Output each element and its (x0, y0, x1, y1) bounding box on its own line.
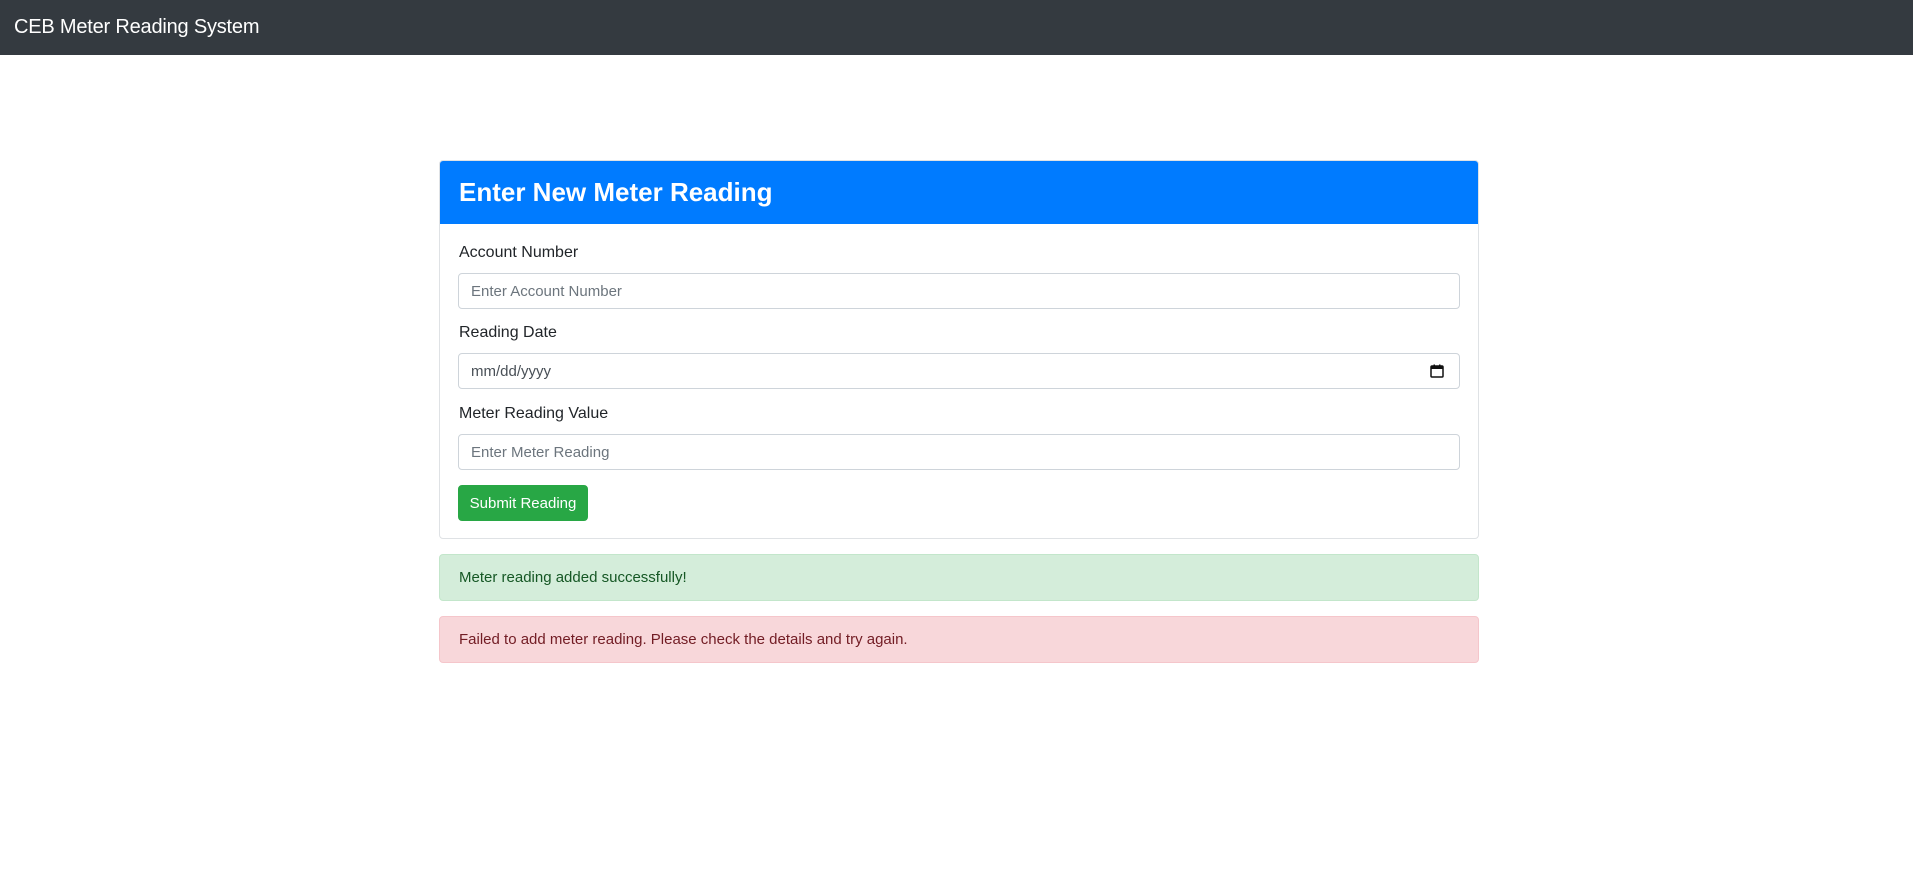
card-title: Enter New Meter Reading (459, 177, 773, 207)
meter-reading-label: Meter Reading Value (459, 405, 609, 422)
account-number-label: Account Number (459, 244, 579, 261)
navbar-brand[interactable]: CEB Meter Reading System (14, 16, 260, 39)
calendar-icon[interactable] (1429, 363, 1445, 379)
submit-reading-button[interactable]: Submit Reading (458, 485, 588, 521)
meter-reading-card: Enter New Meter Reading Account Number E… (439, 160, 1479, 539)
navbar: CEB Meter Reading System (0, 0, 1913, 55)
success-alert-text: Meter reading added successfully! (459, 569, 687, 586)
reading-date-placeholder: mm/dd/yyyy (471, 362, 552, 380)
reading-date-input[interactable]: mm/dd/yyyy (458, 353, 1460, 389)
meter-reading-input[interactable]: Enter Meter Reading (458, 434, 1460, 470)
account-number-input[interactable]: Enter Account Number (458, 273, 1460, 309)
reading-date-label: Reading Date (459, 324, 557, 341)
meter-reading-placeholder: Enter Meter Reading (471, 443, 610, 461)
error-alert-text: Failed to add meter reading. Please chec… (459, 631, 908, 648)
card-header: Enter New Meter Reading (440, 161, 1478, 224)
error-alert: Failed to add meter reading. Please chec… (439, 616, 1479, 663)
account-number-placeholder: Enter Account Number (471, 282, 622, 300)
success-alert: Meter reading added successfully! (439, 554, 1479, 601)
